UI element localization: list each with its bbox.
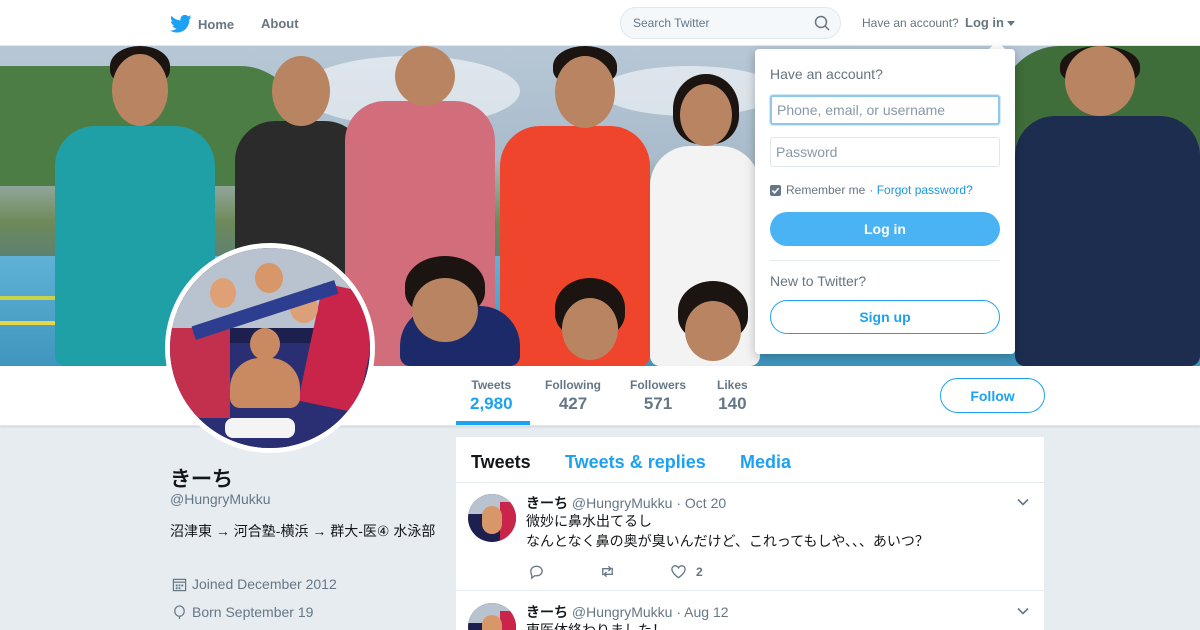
tweet-author-name[interactable]: きーち (526, 495, 568, 511)
login-dropdown: Have an account? Remember me · Forgot pa… (755, 49, 1015, 354)
nav-home-link[interactable]: Home (170, 14, 234, 34)
chevron-down-icon[interactable] (1016, 495, 1030, 509)
retweet-icon[interactable] (599, 563, 616, 580)
stat-following[interactable]: Following 427 (545, 378, 601, 414)
tweet-text-line: 微妙に鼻水出てるし (526, 513, 652, 529)
active-tab-indicator (456, 421, 530, 425)
search-icon[interactable] (814, 15, 830, 31)
stat-likes-value: 140 (718, 394, 747, 413)
stat-followers-value: 571 (643, 394, 673, 413)
chevron-down-icon[interactable] (1016, 604, 1030, 618)
checkmark-icon (771, 187, 780, 194)
timeline: Tweets Tweets & replies Media きーち @Hungr… (456, 437, 1044, 630)
tab-media[interactable]: Media (740, 452, 791, 473)
timeline-tabs: Tweets Tweets & replies Media (456, 437, 1044, 483)
nav-home-label: Home (198, 16, 235, 32)
stat-following-label: Following (545, 378, 601, 392)
stat-followers[interactable]: Followers 571 (630, 378, 686, 414)
remember-me-label: Remember me (786, 183, 866, 197)
stat-tweets[interactable]: Tweets 2,980 (470, 378, 513, 414)
profile-joined-text: Joined December 2012 (192, 576, 337, 592)
tweet-date[interactable]: · Oct 20 (676, 495, 726, 511)
tweet-author-handle[interactable]: @HungryMukku (572, 604, 673, 620)
twitter-bird-icon (170, 14, 192, 33)
username-input[interactable] (770, 95, 1000, 125)
profile-name[interactable]: きーち (170, 463, 233, 493)
tweet-author-handle[interactable]: @HungryMukku (572, 495, 673, 511)
tweet-header: きーち @HungryMukku · Aug 12 (526, 602, 729, 622)
dropdown-arrow (989, 41, 1005, 49)
tweet-author-name[interactable]: きーち (526, 604, 568, 620)
stat-following-value: 427 (558, 394, 588, 413)
profile-joined: Joined December 2012 (172, 576, 337, 592)
top-navigation-bar: Home About Search Twitter Have an accoun… (0, 0, 1200, 46)
caret-down-icon[interactable] (1007, 21, 1015, 26)
search-input[interactable]: Search Twitter (620, 7, 841, 39)
dropdown-title: Have an account? (770, 66, 883, 82)
have-account-text: Have an account? (862, 16, 959, 30)
tweet-item[interactable]: きーち @HungryMukku · Aug 12 東医体終わりました！ (456, 592, 1044, 630)
calendar-icon (172, 578, 187, 591)
follow-button[interactable]: Follow (940, 378, 1045, 413)
profile-handle[interactable]: @HungryMukku (170, 491, 271, 507)
tweet-actions: 2 (526, 563, 703, 580)
forgot-password-link[interactable]: · Forgot password? (869, 183, 972, 197)
profile-born: Born September 19 (172, 604, 313, 620)
signup-button[interactable]: Sign up (770, 300, 1000, 334)
reply-icon[interactable] (528, 563, 545, 580)
tweet-date[interactable]: · Aug 12 (676, 604, 728, 620)
balloon-icon (174, 604, 185, 619)
dropdown-divider (770, 260, 1000, 261)
login-menu-link[interactable]: Log in (965, 15, 1004, 30)
tweet-text-line: なんとなく鼻の奥が臭いんだけど、これってもしや、、、あいつ？ (526, 533, 929, 549)
login-button[interactable]: Log in (770, 212, 1000, 246)
new-to-twitter-text: New to Twitter? (770, 273, 867, 289)
stat-likes[interactable]: Likes 140 (717, 378, 748, 414)
tab-tweets[interactable]: Tweets (471, 452, 531, 473)
stat-tweets-value: 2,980 (470, 394, 513, 413)
stat-likes-label: Likes (717, 378, 748, 392)
tweet-text: 微妙に鼻水出てるし なんとなく鼻の奥が臭いんだけど、これってもしや、、、あいつ？ (526, 511, 929, 551)
stat-followers-label: Followers (630, 378, 687, 392)
tweet-header: きーち @HungryMukku · Oct 20 (526, 493, 726, 513)
password-input[interactable] (770, 137, 1000, 167)
heart-icon[interactable] (670, 563, 687, 580)
tweet-avatar[interactable] (468, 494, 516, 542)
tweet-item[interactable]: きーち @HungryMukku · Oct 20 微妙に鼻水出てるし なんとな… (456, 483, 1044, 591)
tweet-avatar[interactable] (468, 603, 516, 630)
remember-me-row: Remember me · Forgot password? (770, 183, 973, 197)
like-count: 2 (696, 564, 703, 579)
tab-tweets-replies[interactable]: Tweets & replies (565, 452, 706, 473)
profile-bio: 沼津東 → 河合塾-横浜 → 群大-医④ 水泳部 (170, 523, 436, 539)
profile-avatar[interactable] (165, 243, 375, 453)
remember-me-checkbox[interactable] (770, 184, 781, 196)
profile-born-text: Born September 19 (192, 604, 314, 620)
tweet-text-line: 東医体終わりました！ (526, 622, 666, 630)
stat-tweets-label: Tweets (471, 378, 512, 392)
search-placeholder: Search Twitter (633, 16, 710, 30)
tweet-text: 東医体終わりました！ (526, 620, 666, 630)
nav-about-link[interactable]: About (261, 16, 299, 31)
